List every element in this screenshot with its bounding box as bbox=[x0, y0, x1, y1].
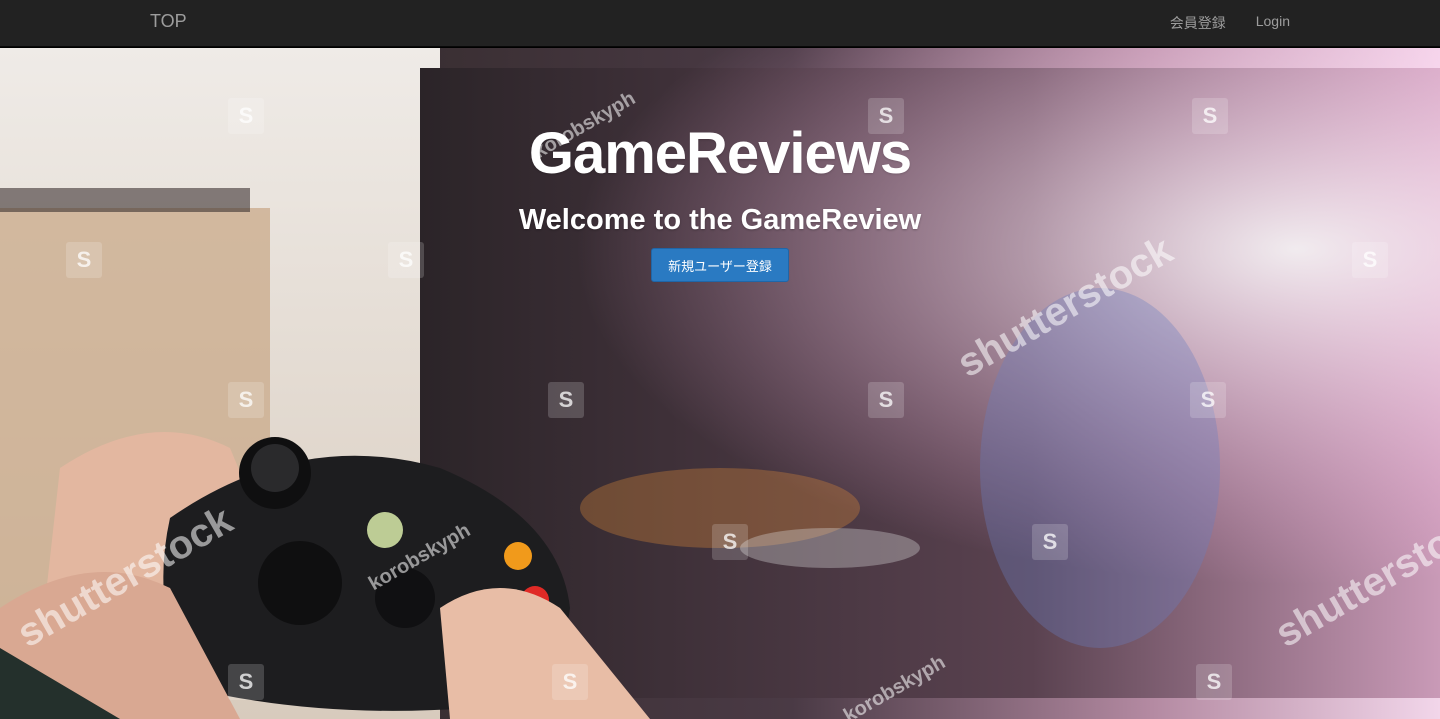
nav-login-link[interactable]: Login bbox=[1256, 13, 1290, 33]
watermark-logo-icon: S bbox=[552, 664, 588, 700]
watermark-logo-icon: S bbox=[712, 524, 748, 560]
nav-links: 会員登録 Login bbox=[1170, 13, 1290, 33]
hero-title: GameReviews bbox=[528, 121, 912, 186]
hero-section: S S S S S S S S S S S S S S S shuttersto… bbox=[0, 48, 1440, 719]
new-user-register-button[interactable]: 新規ユーザー登録 bbox=[651, 248, 789, 282]
watermark-logo-icon: S bbox=[388, 242, 424, 278]
nav-member-register-link[interactable]: 会員登録 bbox=[1170, 13, 1226, 33]
watermark-logo-icon: S bbox=[228, 382, 264, 418]
watermark-logo-icon: S bbox=[868, 382, 904, 418]
hero-subtitle: Welcome to the GameReview bbox=[518, 204, 922, 236]
watermark-logo-icon: S bbox=[1190, 382, 1226, 418]
watermark-logo-icon: S bbox=[1352, 242, 1388, 278]
watermark-logo-icon: S bbox=[1196, 664, 1232, 700]
watermark-logo-icon: S bbox=[548, 382, 584, 418]
watermark-logo-icon: S bbox=[228, 664, 264, 700]
watermark-logo-icon: S bbox=[1032, 524, 1068, 560]
top-navbar: TOP 会員登録 Login bbox=[0, 0, 1440, 47]
brand-top-link[interactable]: TOP bbox=[150, 11, 187, 32]
watermark-logo-icon: S bbox=[66, 242, 102, 278]
